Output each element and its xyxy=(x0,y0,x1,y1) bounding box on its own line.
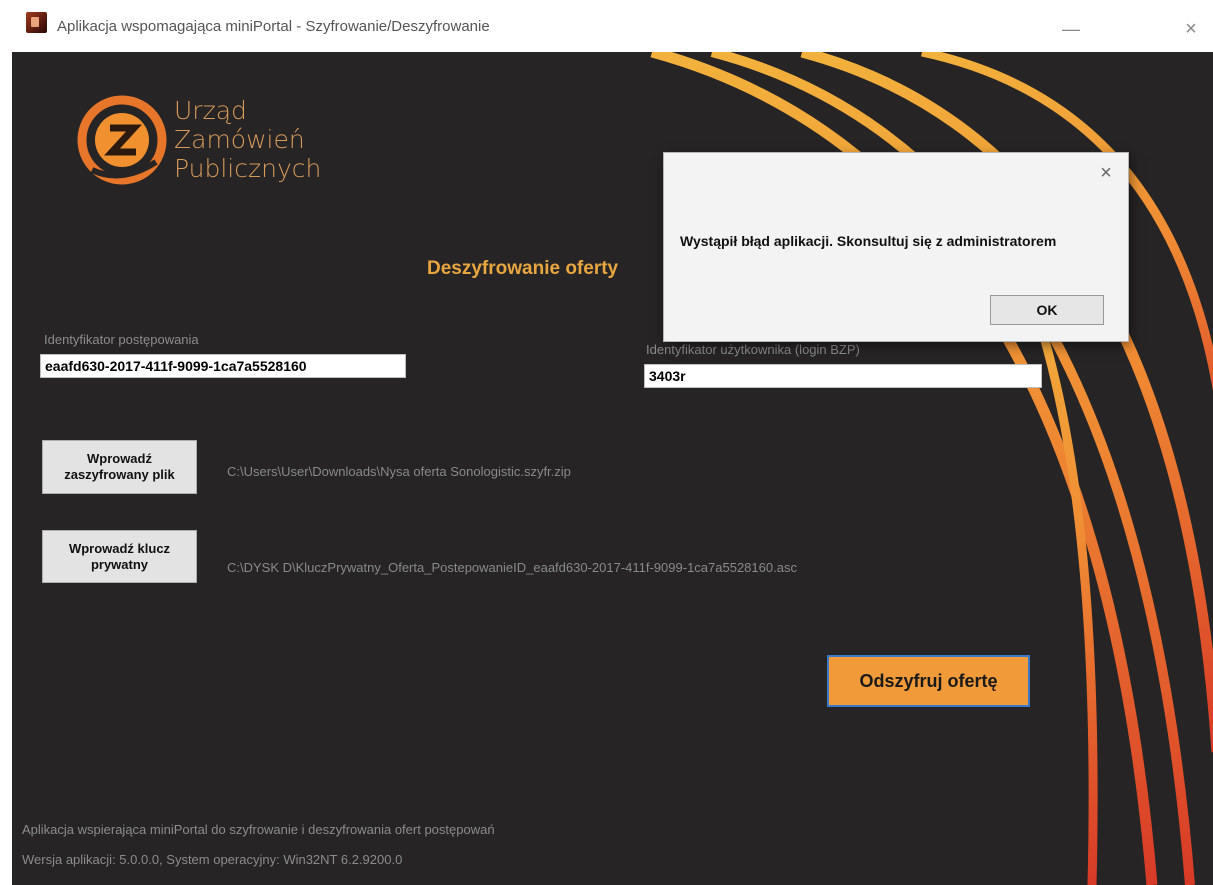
footer-version: Wersja aplikacji: 5.0.0.0, System operac… xyxy=(22,852,403,867)
proceeding-id-input[interactable] xyxy=(40,354,406,378)
close-icon[interactable]: × xyxy=(1178,19,1204,39)
encrypted-file-path: C:\Users\User\Downloads\Nysa oferta Sono… xyxy=(227,464,571,479)
section-title: Deszyfrowanie oferty xyxy=(427,258,619,279)
uzp-logo-icon xyxy=(77,95,167,185)
logo-line-2: Zamówień xyxy=(174,125,305,154)
error-dialog: × Wystąpił błąd aplikacji. Skonsultuj si… xyxy=(664,153,1128,341)
load-encrypted-file-label: Wprowadź zaszyfrowany plik xyxy=(64,451,175,482)
load-private-key-label: Wprowadź klucz prywatny xyxy=(68,540,171,572)
app-icon xyxy=(26,12,47,33)
dialog-message: Wystąpił błąd aplikacji. Skonsultuj się … xyxy=(680,233,1057,249)
private-key-path: C:\DYSK D\KluczPrywatny_Oferta_Postepowa… xyxy=(227,560,797,575)
dialog-close-icon[interactable]: × xyxy=(1096,163,1116,183)
title-bar: Aplikacja wspomagająca miniPortal - Szyf… xyxy=(0,0,1213,52)
user-id-label: Identyfikator użytkownika (login BZP) xyxy=(646,342,860,357)
logo-line-3: Publicznych xyxy=(174,154,322,183)
uzp-logo-text: Urząd Zamówień Publicznych xyxy=(174,96,321,183)
logo-line-1: Urząd xyxy=(174,96,247,125)
load-private-key-button[interactable]: Wprowadź klucz prywatny xyxy=(42,530,197,583)
user-id-input[interactable] xyxy=(644,364,1042,388)
window-title: Aplikacja wspomagająca miniPortal - Szyf… xyxy=(57,18,490,35)
minimize-icon[interactable]: — xyxy=(1058,20,1084,38)
dialog-ok-button[interactable]: OK xyxy=(990,295,1104,325)
load-encrypted-file-button[interactable]: Wprowadź zaszyfrowany plik xyxy=(42,440,197,494)
footer-description: Aplikacja wspierająca miniPortal do szyf… xyxy=(22,822,495,837)
decrypt-offer-button[interactable]: Odszyfruj ofertę xyxy=(827,655,1030,707)
proceeding-id-label: Identyfikator postępowania xyxy=(44,332,199,347)
